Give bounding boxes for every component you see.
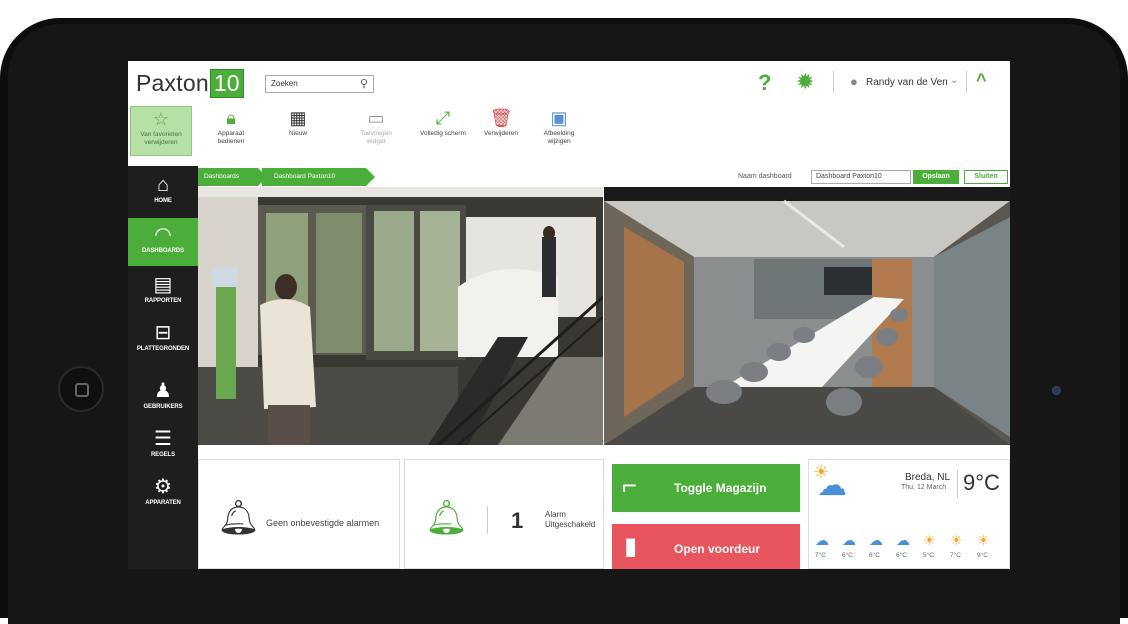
weather-temperature: 9°C	[963, 470, 1000, 495]
sidebar: ⌂ HOME ◠ DASHBOARDS ▤ RAPPORTEN ⊟ PLATTE…	[128, 166, 198, 569]
widget-weather[interactable]: ☁ ☀ Breda, NL Thu, 12 March 9°C ☁ ☁ ☁ ☁ …	[808, 459, 1010, 569]
divider	[487, 506, 488, 534]
divider	[957, 470, 958, 498]
door-handle-icon: ⌐	[622, 470, 638, 500]
top-bar: Paxton 10 Zoeken ⚲ ? ✹ ● Randy van de Ven…	[128, 61, 1010, 103]
cloud-icon: ☁	[815, 532, 829, 548]
sidebar-item-reports[interactable]: ▤ RAPPORTEN	[128, 268, 198, 316]
new-button[interactable]: ▦ Nieuw	[276, 106, 320, 156]
forecast-temp: 7°C	[815, 552, 826, 559]
image-icon: ▣	[550, 108, 568, 128]
breadcrumb: Dashboards Dashboard Paxton10 Naam dashb…	[198, 168, 1010, 186]
lock-icon: 🔒︎	[226, 108, 236, 128]
widget-unacknowledged-alarms[interactable]: 🔔︎ Geen onbevestigde alarmen	[198, 459, 400, 569]
search-input[interactable]: Zoeken ⚲	[265, 75, 374, 93]
add-widget-button[interactable]: ▭ Toevoegen widget	[352, 106, 400, 156]
camera-feed-reception[interactable]	[198, 187, 603, 445]
user-icon: ♟	[154, 380, 172, 402]
collapse-ribbon-icon[interactable]: ^	[976, 70, 987, 91]
toggle-magazijn-button[interactable]: ⌐ Toggle Magazijn	[612, 464, 800, 512]
weather-date: Thu, 12 March	[901, 484, 947, 491]
cloud-sun-icon: ☀	[977, 532, 990, 548]
operate-device-button[interactable]: 🔒︎ Apparaat bedienen	[206, 106, 256, 156]
floorplan-icon: ⊟	[154, 322, 172, 344]
breadcrumb-current: Dashboard Paxton10	[262, 168, 366, 186]
gear-icon[interactable]: ✹	[796, 69, 814, 95]
chevron-down-icon[interactable]: ⌄	[950, 75, 958, 86]
grid-plus-icon: ▦	[289, 108, 307, 128]
sidebar-item-devices[interactable]: ⚙ APPARATEN	[128, 470, 198, 518]
dashboard-name-field[interactable]: Dashboard Paxton10	[811, 170, 911, 184]
alarms-status-text: Geen onbevestigde alarmen	[266, 518, 380, 528]
toggle-magazijn-label: Toggle Magazijn	[674, 481, 767, 495]
remove-favorite-button[interactable]: ☆ Van favorieten verwijderen	[130, 106, 192, 156]
sun-icon: ☀	[813, 462, 830, 482]
cloud-icon: ☁	[869, 532, 883, 548]
alarm-label-line2: Uitgeschakeld	[545, 520, 596, 529]
save-button[interactable]: Opslaan	[913, 170, 959, 184]
forecast-temp: 5°C	[923, 552, 934, 559]
alarm-label-line1: Alarm	[545, 510, 566, 519]
delete-button[interactable]: 🗑︎ Verwijderen	[478, 106, 524, 156]
paxton-logo: Paxton 10	[136, 69, 244, 98]
tablet-device: Paxton 10 Zoeken ⚲ ? ✹ ● Randy van de Ven…	[0, 0, 1128, 624]
cloud-icon: ☁	[896, 532, 910, 548]
bell-icon: 🔔︎	[425, 499, 469, 537]
camera-image-meeting-room	[604, 187, 1010, 445]
camera-feed-meeting-room[interactable]	[604, 187, 1010, 445]
weather-location: Breda, NL	[905, 472, 951, 483]
search-icon[interactable]: ⚲	[360, 77, 368, 90]
cloud-icon: ☁	[842, 532, 856, 548]
sidebar-item-users[interactable]: ♟ GEBRUIKERS	[128, 374, 198, 422]
forecast-temp: 6°C	[896, 552, 907, 559]
change-image-button[interactable]: ▣ Afbeelding wijzigen	[536, 106, 582, 156]
alarm-count: 1	[511, 508, 524, 533]
cloud-sun-icon: ☀	[923, 532, 936, 548]
ribbon-toolbar: ☆ Van favorieten verwijderen 🔒︎ Apparaat…	[128, 103, 1010, 159]
gauge-icon: ◠	[154, 224, 172, 246]
bell-icon: 🔔︎	[217, 499, 261, 537]
app-screen: Paxton 10 Zoeken ⚲ ? ✹ ● Randy van de Ven…	[128, 61, 1010, 569]
report-icon: ▤	[153, 274, 173, 296]
sidebar-item-dashboards[interactable]: ◠ DASHBOARDS	[128, 218, 198, 266]
forecast-temp: 7°C	[950, 552, 961, 559]
user-name[interactable]: Randy van de Ven	[866, 77, 948, 88]
user-badge-icon: ●	[850, 74, 858, 89]
star-icon: ☆	[152, 109, 170, 129]
sidebar-item-rules[interactable]: ☰ REGELS	[128, 422, 198, 470]
forecast-temp: 6°C	[842, 552, 853, 559]
widget-alarm-status[interactable]: 🔔︎ 1 Alarm Uitgeschakeld	[404, 459, 604, 569]
breadcrumb-separator	[366, 168, 375, 186]
help-icon[interactable]: ?	[758, 70, 771, 96]
cloud-sun-icon: ☀	[950, 532, 963, 548]
add-widget-icon: ▭	[367, 108, 385, 128]
home-icon: ⌂	[156, 174, 170, 196]
dashboard-name-label: Naam dashboard	[738, 173, 792, 180]
search-placeholder: Zoeken	[271, 79, 298, 88]
divider	[833, 71, 834, 93]
close-button[interactable]: Sluiten	[964, 170, 1008, 184]
forecast-temp: 9°C	[977, 552, 988, 559]
fullscreen-icon: ⤢	[435, 108, 451, 128]
trash-icon: 🗑︎	[489, 108, 513, 128]
devices-icon: ⚙	[154, 476, 172, 498]
breadcrumb-dashboards[interactable]: Dashboards	[198, 168, 258, 186]
divider	[966, 71, 967, 93]
home-hardware-button[interactable]	[58, 366, 104, 412]
sidebar-item-home[interactable]: ⌂ HOME	[128, 168, 198, 216]
weather-forecast: ☁ ☁ ☁ ☁ ☀ ☀ ☀ 7°C 6°C 6°C 6°C 5°C 7°C 9°…	[815, 532, 1005, 569]
open-front-door-label: Open voordeur	[674, 542, 761, 556]
camera-image-reception	[198, 187, 603, 445]
sidebar-item-floorplans[interactable]: ⊟ PLATTEGRONDEN	[128, 316, 198, 364]
door-icon: ▮	[624, 533, 638, 560]
front-camera	[1052, 386, 1061, 395]
forecast-temp: 6°C	[869, 552, 880, 559]
rules-icon: ☰	[154, 428, 172, 450]
fullscreen-button[interactable]: ⤢ Volledig scherm	[414, 106, 472, 156]
open-front-door-button[interactable]: ▮ Open voordeur	[612, 524, 800, 569]
